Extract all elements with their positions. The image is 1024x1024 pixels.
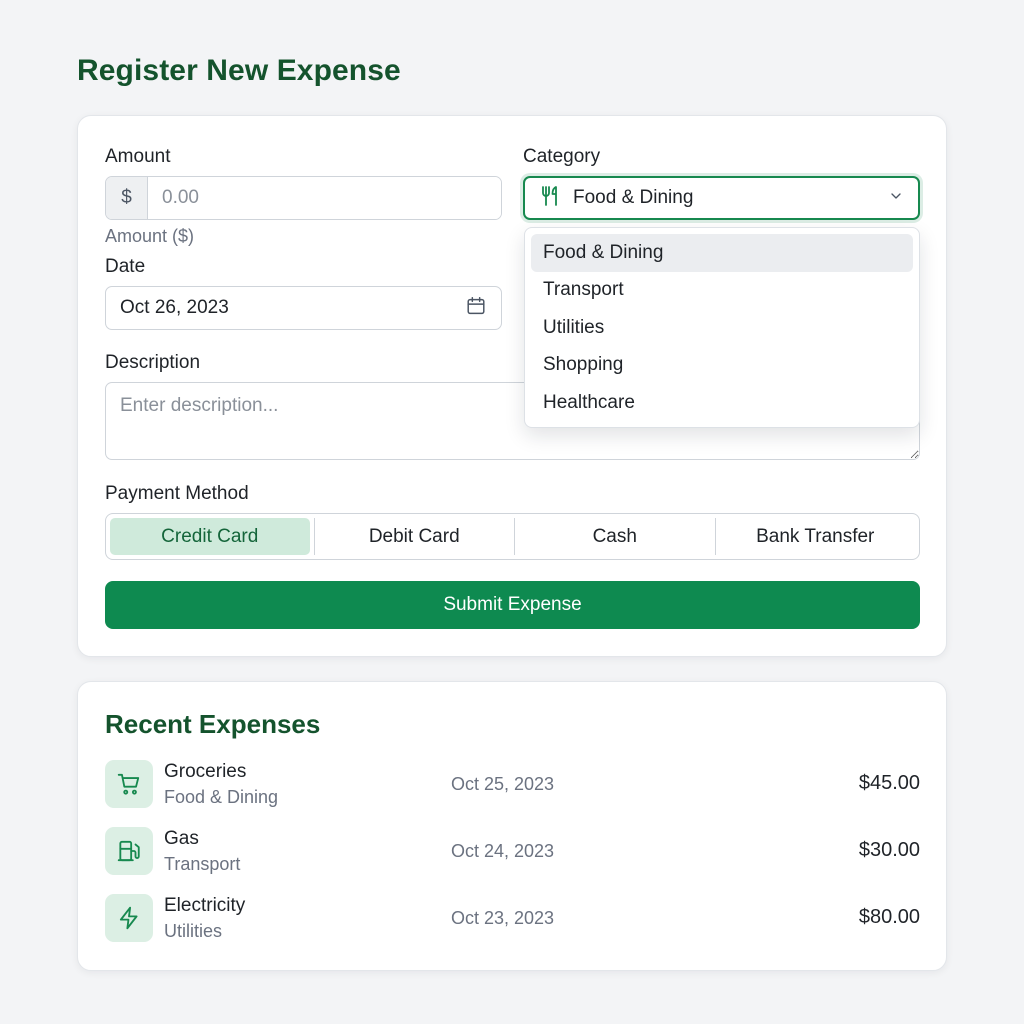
calendar-icon[interactable] xyxy=(465,295,487,322)
expense-amount: $30.00 xyxy=(858,839,920,861)
fork-knife-icon xyxy=(539,184,563,213)
date-value: Oct 26, 2023 xyxy=(120,297,229,318)
expense-form-card: Amount $ Amount ($) Date Oct 26, 2023 De… xyxy=(77,115,947,657)
amount-label: Amount xyxy=(105,146,171,167)
currency-prefix: $ xyxy=(106,177,148,219)
date-field[interactable]: Oct 26, 2023 xyxy=(105,286,502,330)
payment-method-group: Credit Card Debit Card Cash Bank Transfe… xyxy=(105,513,920,560)
expense-category: Food & Dining xyxy=(164,787,279,807)
expense-date: Oct 24, 2023 xyxy=(451,841,555,861)
expense-date: Oct 23, 2023 xyxy=(451,908,555,928)
expense-name: Groceries xyxy=(164,761,247,782)
date-label: Date xyxy=(105,256,146,277)
payment-option-bank-transfer[interactable]: Bank Transfer xyxy=(714,518,916,555)
expense-amount: $80.00 xyxy=(858,906,920,928)
expense-name: Gas xyxy=(164,828,199,849)
lightning-bolt-icon xyxy=(105,894,153,942)
fuel-pump-icon xyxy=(105,827,153,875)
category-label: Category xyxy=(523,146,601,167)
expense-category: Transport xyxy=(164,854,241,874)
expense-row[interactable]: Groceries Food & Dining Oct 25, 2023 $45… xyxy=(105,760,920,810)
recent-expenses-title: Recent Expenses xyxy=(105,709,321,739)
category-option-transport[interactable]: Transport xyxy=(531,272,913,310)
expense-category: Utilities xyxy=(164,921,223,941)
expense-row[interactable]: Gas Transport Oct 24, 2023 $30.00 xyxy=(105,827,920,877)
description-label: Description xyxy=(105,352,201,373)
shopping-cart-icon xyxy=(105,760,153,808)
category-select[interactable]: Food & Dining xyxy=(523,176,920,220)
category-dropdown-menu: Food & Dining Transport Utilities Shoppi… xyxy=(524,227,920,428)
page-title: Register New Expense xyxy=(77,54,401,87)
amount-field-group: $ xyxy=(105,176,502,220)
category-selected-value: Food & Dining xyxy=(573,187,694,208)
amount-hint: Amount ($) xyxy=(105,226,195,246)
category-option-utilities[interactable]: Utilities xyxy=(531,309,913,347)
expense-name: Electricity xyxy=(164,895,246,916)
category-option-healthcare[interactable]: Healthcare xyxy=(531,384,913,422)
expense-row[interactable]: Electricity Utilities Oct 23, 2023 $80.0… xyxy=(105,894,920,944)
expense-date: Oct 25, 2023 xyxy=(451,774,555,794)
category-option-food-dining[interactable]: Food & Dining xyxy=(531,234,913,272)
chevron-down-icon xyxy=(888,188,904,209)
recent-expenses-card: Recent Expenses Groceries Food & Dining … xyxy=(77,681,947,971)
amount-input[interactable] xyxy=(148,177,501,219)
expense-amount: $45.00 xyxy=(858,772,920,794)
submit-expense-button[interactable]: Submit Expense xyxy=(105,581,920,629)
payment-option-credit-card[interactable]: Credit Card xyxy=(110,518,310,555)
payment-method-label: Payment Method xyxy=(105,483,249,504)
payment-option-cash[interactable]: Cash xyxy=(514,518,715,555)
payment-option-debit-card[interactable]: Debit Card xyxy=(313,518,515,555)
category-option-shopping[interactable]: Shopping xyxy=(531,347,913,385)
